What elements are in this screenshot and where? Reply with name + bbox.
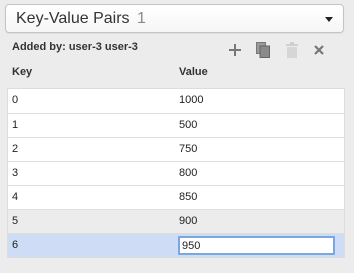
copy-icon bbox=[256, 42, 270, 58]
copy-row-button[interactable] bbox=[252, 38, 274, 62]
table-row[interactable]: 2 750 bbox=[8, 137, 344, 161]
value-cell[interactable]: 1000 bbox=[179, 94, 203, 107]
key-value-header-select[interactable]: Key-Value Pairs 1 bbox=[5, 4, 344, 33]
value-cell[interactable]: 900 bbox=[179, 215, 197, 228]
caret-down-icon[interactable] bbox=[325, 17, 333, 22]
key-cell: 0 bbox=[12, 94, 19, 106]
table-row-selected[interactable]: 6 bbox=[8, 233, 344, 257]
key-cell: 5 bbox=[12, 215, 19, 227]
value-edit-input[interactable] bbox=[178, 236, 335, 255]
table-row[interactable]: 4 850 bbox=[8, 185, 344, 209]
value-cell[interactable]: 750 bbox=[179, 143, 197, 156]
key-value-panel: Key-Value Pairs 1 Added by: user-3 user-… bbox=[0, 0, 354, 273]
column-header-key[interactable]: Key bbox=[12, 66, 32, 79]
value-cell[interactable]: 850 bbox=[179, 191, 197, 204]
table-row[interactable]: 3 800 bbox=[8, 161, 344, 185]
key-cell: 4 bbox=[12, 191, 19, 203]
column-header-value[interactable]: Value bbox=[179, 66, 208, 79]
key-cell: 1 bbox=[12, 119, 19, 131]
pair-count-badge: 1 bbox=[137, 10, 146, 27]
value-cell[interactable]: 800 bbox=[179, 167, 197, 180]
added-by-label: Added by: user-3 user-3 bbox=[12, 41, 138, 53]
panel-title: Key-Value Pairs bbox=[16, 10, 130, 27]
table-row[interactable]: 1 500 bbox=[8, 113, 344, 137]
remove-button[interactable] bbox=[308, 38, 330, 62]
close-icon bbox=[314, 45, 324, 55]
table-row[interactable]: 0 1000 bbox=[8, 89, 344, 113]
plus-icon bbox=[229, 44, 241, 56]
value-cell[interactable]: 500 bbox=[179, 119, 197, 132]
key-cell: 3 bbox=[12, 167, 19, 179]
toolbar bbox=[224, 38, 336, 62]
trash-icon bbox=[286, 42, 298, 58]
key-value-table: 0 1000 1 500 2 750 3 800 4 850 5 900 6 bbox=[7, 88, 345, 258]
key-cell: 6 bbox=[12, 239, 19, 251]
delete-row-button[interactable] bbox=[281, 38, 303, 62]
add-row-button[interactable] bbox=[224, 38, 246, 62]
key-cell: 2 bbox=[12, 143, 19, 155]
table-row[interactable]: 5 900 bbox=[8, 209, 344, 233]
